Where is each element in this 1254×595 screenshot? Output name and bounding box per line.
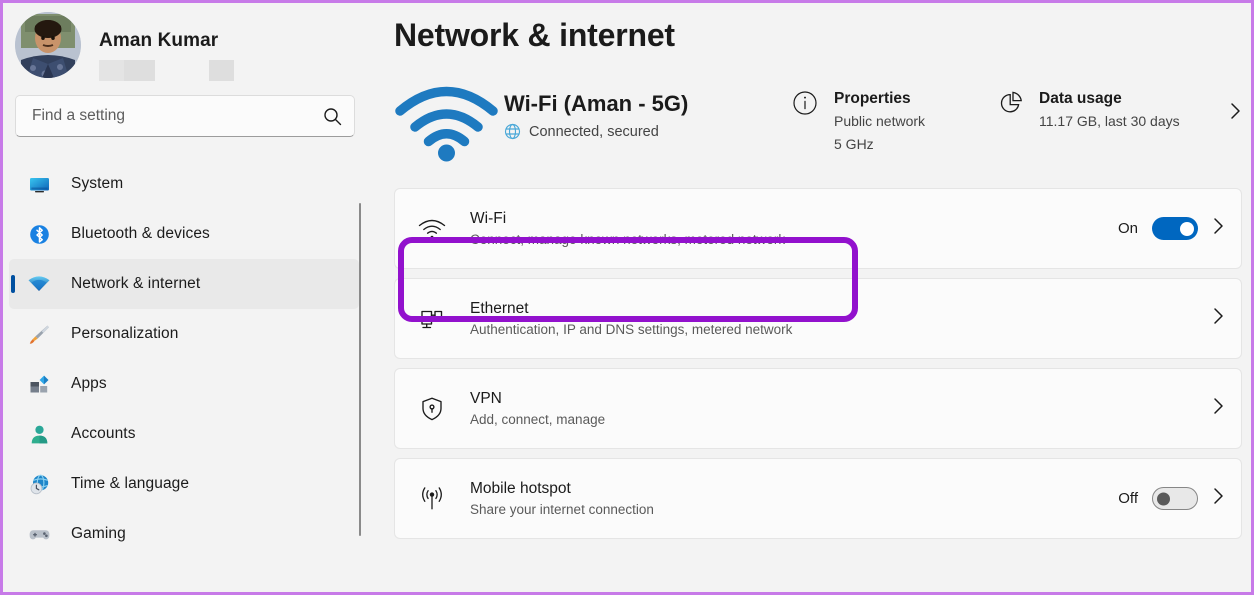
setting-subtitle: Connect, manage known networks, metered … — [470, 232, 786, 247]
setting-row-vpn[interactable]: VPN Add, connect, manage — [394, 368, 1242, 449]
sidebar: Aman Kumar Find a setting System Bluetoo… — [3, 3, 367, 592]
setting-title: VPN — [470, 390, 502, 407]
network-status-strip: Wi-Fi (Aman - 5G) Connected, secured Pro… — [394, 79, 1251, 177]
data-usage-line-1: 11.17 GB, last 30 days — [1039, 113, 1180, 129]
sidebar-item-label: Bluetooth & devices — [71, 225, 210, 242]
redacted-block — [209, 60, 234, 81]
wifi-icon — [27, 272, 51, 296]
shield-icon — [417, 394, 447, 424]
sidebar-item-bluetooth-devices[interactable]: Bluetooth & devices — [9, 209, 359, 259]
sidebar-item-personalization[interactable]: Personalization — [9, 309, 359, 359]
data-usage-text: Data usage 11.17 GB, last 30 days — [1039, 90, 1180, 131]
properties-line-1: Public network — [834, 113, 926, 129]
search-icon[interactable] — [323, 107, 342, 126]
connection-status: Connected, secured — [504, 123, 792, 140]
setting-row-mobile-hotspot[interactable]: Mobile hotspot Share your internet conne… — [394, 458, 1242, 539]
sidebar-nav: System Bluetooth & devices Network & int… — [3, 159, 367, 551]
chevron-right-icon[interactable] — [1212, 216, 1225, 241]
sidebar-item-label: Gaming — [71, 525, 126, 542]
setting-subtitle: Add, connect, manage — [470, 412, 606, 427]
profile-name: Aman Kumar — [99, 30, 219, 51]
wifi-toggle[interactable] — [1152, 217, 1198, 240]
hotspot-icon — [417, 484, 447, 514]
globe-icon — [504, 123, 521, 140]
data-usage-title: Data usage — [1039, 90, 1122, 107]
paintbrush-icon — [27, 322, 51, 346]
setting-text: Wi-Fi Connect, manage known networks, me… — [470, 210, 1118, 247]
settings-window: Aman Kumar Find a setting System Bluetoo… — [0, 0, 1254, 595]
sidebar-item-label: System — [71, 175, 124, 192]
setting-row-wifi[interactable]: Wi-Fi Connect, manage known networks, me… — [394, 188, 1242, 269]
toggle-state-label: On — [1117, 220, 1138, 237]
gamepad-icon — [27, 522, 51, 546]
properties-text: Properties Public network 5 GHz — [834, 90, 925, 155]
wifi-signal-icon — [394, 79, 504, 165]
setting-controls: On — [1118, 216, 1225, 241]
sidebar-item-label: Network & internet — [71, 275, 201, 292]
setting-text: Ethernet Authentication, IP and DNS sett… — [470, 300, 1212, 337]
profile-text: Aman Kumar — [99, 12, 234, 81]
clock-globe-icon — [27, 472, 51, 496]
sidebar-item-gaming[interactable]: Gaming — [9, 509, 359, 559]
setting-controls — [1212, 396, 1225, 421]
main-content: Network & internet Wi-Fi (Aman - 5G) Con… — [367, 3, 1251, 592]
setting-subtitle: Authentication, IP and DNS settings, met… — [470, 322, 793, 337]
bluetooth-icon — [27, 222, 51, 246]
connection-status-text: Connected, secured — [529, 123, 659, 140]
sidebar-item-accounts[interactable]: Accounts — [9, 409, 359, 459]
toggle-knob — [1157, 492, 1170, 505]
search-box[interactable] — [15, 95, 355, 137]
chevron-right-icon[interactable] — [1212, 306, 1225, 331]
redacted-block — [99, 60, 124, 81]
info-circle-icon — [792, 90, 818, 116]
sidebar-scrollbar[interactable] — [359, 203, 361, 536]
apps-icon — [27, 372, 51, 396]
network-identity: Wi-Fi (Aman - 5G) Connected, secured — [504, 79, 792, 140]
redacted-block — [124, 60, 155, 81]
selected-indicator — [11, 275, 15, 293]
properties-title: Properties — [834, 90, 911, 107]
page-title: Network & internet — [394, 17, 675, 53]
setting-row-ethernet[interactable]: Ethernet Authentication, IP and DNS sett… — [394, 278, 1242, 359]
chevron-right-icon[interactable] — [1229, 79, 1242, 126]
network-ssid: Wi-Fi (Aman - 5G) — [504, 91, 689, 116]
hotspot-toggle[interactable] — [1152, 487, 1198, 510]
setting-title: Wi-Fi — [470, 210, 507, 227]
avatar[interactable] — [15, 12, 81, 78]
sidebar-item-label: Apps — [71, 375, 107, 392]
wifi-icon — [417, 214, 447, 244]
profile-redacted-info — [99, 60, 234, 81]
sidebar-item-label: Time & language — [71, 475, 190, 492]
sidebar-item-label: Accounts — [71, 425, 136, 442]
sidebar-item-time-language[interactable]: Time & language — [9, 459, 359, 509]
setting-title: Ethernet — [470, 300, 529, 317]
setting-title: Mobile hotspot — [470, 480, 571, 497]
properties-button[interactable]: Properties Public network 5 GHz — [792, 79, 997, 155]
sidebar-item-network-internet[interactable]: Network & internet — [9, 259, 359, 309]
setting-controls — [1212, 306, 1225, 331]
pie-chart-icon — [997, 90, 1023, 116]
sidebar-item-system[interactable]: System — [9, 159, 359, 209]
setting-subtitle: Share your internet connection — [470, 502, 654, 517]
chevron-right-icon[interactable] — [1212, 486, 1225, 511]
settings-list: Wi-Fi Connect, manage known networks, me… — [394, 188, 1251, 539]
toggle-state-label: Off — [1118, 490, 1138, 507]
ethernet-icon — [417, 304, 447, 334]
properties-line-2: 5 GHz — [834, 136, 874, 153]
setting-text: VPN Add, connect, manage — [470, 390, 1212, 427]
person-icon — [27, 422, 51, 446]
toggle-knob — [1180, 221, 1194, 236]
sidebar-item-apps[interactable]: Apps — [9, 359, 359, 409]
monitor-icon — [27, 172, 51, 196]
chevron-right-icon[interactable] — [1212, 396, 1225, 421]
setting-controls: Off — [1118, 486, 1225, 511]
search-container — [3, 95, 367, 137]
sidebar-item-label: Personalization — [71, 325, 179, 342]
user-profile[interactable]: Aman Kumar — [3, 3, 367, 95]
setting-text: Mobile hotspot Share your internet conne… — [470, 480, 1118, 517]
data-usage-button[interactable]: Data usage 11.17 GB, last 30 days — [997, 79, 1229, 131]
search-input[interactable] — [32, 107, 323, 125]
